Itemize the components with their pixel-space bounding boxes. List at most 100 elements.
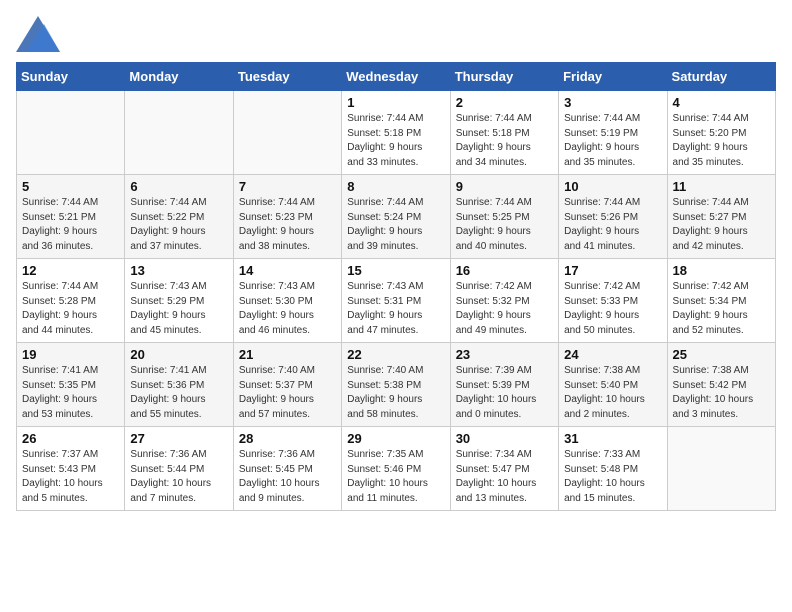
calendar-cell: 30 Sunrise: 7:34 AM Sunset: 5:47 PM Dayli… (450, 427, 558, 511)
day-info: Sunrise: 7:44 AM Sunset: 5:22 PM Dayligh… (130, 196, 227, 254)
day-info: Sunrise: 7:44 AM Sunset: 5:18 PM Dayligh… (347, 112, 444, 170)
day-of-week-header: Sunday (17, 63, 125, 91)
day-info: Sunrise: 7:44 AM Sunset: 5:20 PM Dayligh… (673, 112, 770, 170)
day-number: 7 (239, 179, 336, 194)
day-info: Sunrise: 7:44 AM Sunset: 5:28 PM Dayligh… (22, 280, 119, 338)
day-info: Sunrise: 7:42 AM Sunset: 5:32 PM Dayligh… (456, 280, 553, 338)
day-number: 10 (564, 179, 661, 194)
calendar-cell: 21 Sunrise: 7:40 AM Sunset: 5:37 PM Dayli… (233, 343, 341, 427)
calendar-cell: 31 Sunrise: 7:33 AM Sunset: 5:48 PM Dayli… (559, 427, 667, 511)
calendar-week-row: 26 Sunrise: 7:37 AM Sunset: 5:43 PM Dayli… (17, 427, 776, 511)
calendar-cell: 1 Sunrise: 7:44 AM Sunset: 5:18 PM Daylig… (342, 91, 450, 175)
calendar-cell: 22 Sunrise: 7:40 AM Sunset: 5:38 PM Dayli… (342, 343, 450, 427)
day-of-week-header: Saturday (667, 63, 775, 91)
day-number: 31 (564, 431, 661, 446)
day-info: Sunrise: 7:36 AM Sunset: 5:45 PM Dayligh… (239, 448, 336, 506)
calendar-week-row: 1 Sunrise: 7:44 AM Sunset: 5:18 PM Daylig… (17, 91, 776, 175)
calendar-cell: 17Sunrise: 7:42 AM Sunset: 5:33 PM Dayli… (559, 259, 667, 343)
calendar-cell: 25 Sunrise: 7:38 AM Sunset: 5:42 PM Dayli… (667, 343, 775, 427)
calendar-week-row: 12 Sunrise: 7:44 AM Sunset: 5:28 PM Dayli… (17, 259, 776, 343)
day-number: 26 (22, 431, 119, 446)
day-info: Sunrise: 7:41 AM Sunset: 5:35 PM Dayligh… (22, 364, 119, 422)
day-of-week-header: Monday (125, 63, 233, 91)
day-number: 8 (347, 179, 444, 194)
calendar-cell: 19 Sunrise: 7:41 AM Sunset: 5:35 PM Dayli… (17, 343, 125, 427)
day-info: Sunrise: 7:44 AM Sunset: 5:21 PM Dayligh… (22, 196, 119, 254)
day-number: 21 (239, 347, 336, 362)
calendar-cell: 20 Sunrise: 7:41 AM Sunset: 5:36 PM Dayli… (125, 343, 233, 427)
day-info: Sunrise: 7:44 AM Sunset: 5:24 PM Dayligh… (347, 196, 444, 254)
day-number: 27 (130, 431, 227, 446)
calendar-cell: 15 Sunrise: 7:43 AM Sunset: 5:31 PM Dayli… (342, 259, 450, 343)
day-info: Sunrise: 7:44 AM Sunset: 5:18 PM Dayligh… (456, 112, 553, 170)
day-number: 25 (673, 347, 770, 362)
calendar-cell: 13 Sunrise: 7:43 AM Sunset: 5:29 PM Dayli… (125, 259, 233, 343)
calendar-cell: 8 Sunrise: 7:44 AM Sunset: 5:24 PM Daylig… (342, 175, 450, 259)
day-info: Sunrise: 7:44 AM Sunset: 5:23 PM Dayligh… (239, 196, 336, 254)
day-info: Sunrise: 7:43 AM Sunset: 5:29 PM Dayligh… (130, 280, 227, 338)
calendar-cell: 23Sunrise: 7:39 AM Sunset: 5:39 PM Dayli… (450, 343, 558, 427)
day-info: Sunrise: 7:38 AM Sunset: 5:40 PM Dayligh… (564, 364, 661, 422)
calendar-cell: 12 Sunrise: 7:44 AM Sunset: 5:28 PM Dayli… (17, 259, 125, 343)
day-number: 13 (130, 263, 227, 278)
day-info: Sunrise: 7:40 AM Sunset: 5:37 PM Dayligh… (239, 364, 336, 422)
calendar-header-row: SundayMondayTuesdayWednesdayThursdayFrid… (17, 63, 776, 91)
calendar-cell (233, 91, 341, 175)
calendar-cell: 7 Sunrise: 7:44 AM Sunset: 5:23 PM Daylig… (233, 175, 341, 259)
day-number: 30 (456, 431, 553, 446)
day-number: 3 (564, 95, 661, 110)
day-info: Sunrise: 7:42 AM Sunset: 5:34 PM Dayligh… (673, 280, 770, 338)
day-info: Sunrise: 7:44 AM Sunset: 5:27 PM Dayligh… (673, 196, 770, 254)
day-info: Sunrise: 7:36 AM Sunset: 5:44 PM Dayligh… (130, 448, 227, 506)
day-of-week-header: Friday (559, 63, 667, 91)
day-number: 15 (347, 263, 444, 278)
day-number: 12 (22, 263, 119, 278)
day-info: Sunrise: 7:33 AM Sunset: 5:48 PM Dayligh… (564, 448, 661, 506)
logo (16, 16, 66, 52)
day-number: 5 (22, 179, 119, 194)
day-of-week-header: Thursday (450, 63, 558, 91)
day-of-week-header: Tuesday (233, 63, 341, 91)
day-number: 19 (22, 347, 119, 362)
calendar-cell: 2 Sunrise: 7:44 AM Sunset: 5:18 PM Daylig… (450, 91, 558, 175)
page-header (16, 16, 776, 52)
day-info: Sunrise: 7:41 AM Sunset: 5:36 PM Dayligh… (130, 364, 227, 422)
day-info: Sunrise: 7:43 AM Sunset: 5:31 PM Dayligh… (347, 280, 444, 338)
day-number: 23 (456, 347, 553, 362)
day-number: 4 (673, 95, 770, 110)
calendar-cell: 29Sunrise: 7:35 AM Sunset: 5:46 PM Dayli… (342, 427, 450, 511)
calendar-cell: 10 Sunrise: 7:44 AM Sunset: 5:26 PM Dayli… (559, 175, 667, 259)
day-number: 18 (673, 263, 770, 278)
day-number: 6 (130, 179, 227, 194)
calendar-week-row: 5 Sunrise: 7:44 AM Sunset: 5:21 PM Daylig… (17, 175, 776, 259)
day-number: 1 (347, 95, 444, 110)
calendar-cell (17, 91, 125, 175)
calendar-cell: 28 Sunrise: 7:36 AM Sunset: 5:45 PM Dayli… (233, 427, 341, 511)
logo-icon (16, 16, 60, 52)
calendar-cell: 5 Sunrise: 7:44 AM Sunset: 5:21 PM Daylig… (17, 175, 125, 259)
calendar-cell: 18 Sunrise: 7:42 AM Sunset: 5:34 PM Dayli… (667, 259, 775, 343)
day-info: Sunrise: 7:43 AM Sunset: 5:30 PM Dayligh… (239, 280, 336, 338)
calendar-cell: 16Sunrise: 7:42 AM Sunset: 5:32 PM Dayli… (450, 259, 558, 343)
day-number: 24 (564, 347, 661, 362)
calendar-week-row: 19 Sunrise: 7:41 AM Sunset: 5:35 PM Dayli… (17, 343, 776, 427)
calendar-cell: 26 Sunrise: 7:37 AM Sunset: 5:43 PM Dayli… (17, 427, 125, 511)
day-info: Sunrise: 7:34 AM Sunset: 5:47 PM Dayligh… (456, 448, 553, 506)
day-number: 11 (673, 179, 770, 194)
day-number: 28 (239, 431, 336, 446)
calendar-cell: 24 Sunrise: 7:38 AM Sunset: 5:40 PM Dayli… (559, 343, 667, 427)
calendar-cell: 14Sunrise: 7:43 AM Sunset: 5:30 PM Dayli… (233, 259, 341, 343)
day-info: Sunrise: 7:44 AM Sunset: 5:19 PM Dayligh… (564, 112, 661, 170)
day-info: Sunrise: 7:37 AM Sunset: 5:43 PM Dayligh… (22, 448, 119, 506)
calendar-cell: 11 Sunrise: 7:44 AM Sunset: 5:27 PM Dayli… (667, 175, 775, 259)
day-of-week-header: Wednesday (342, 63, 450, 91)
day-number: 22 (347, 347, 444, 362)
day-info: Sunrise: 7:40 AM Sunset: 5:38 PM Dayligh… (347, 364, 444, 422)
day-number: 2 (456, 95, 553, 110)
day-info: Sunrise: 7:38 AM Sunset: 5:42 PM Dayligh… (673, 364, 770, 422)
day-info: Sunrise: 7:44 AM Sunset: 5:26 PM Dayligh… (564, 196, 661, 254)
day-number: 20 (130, 347, 227, 362)
calendar-cell (125, 91, 233, 175)
day-info: Sunrise: 7:35 AM Sunset: 5:46 PM Dayligh… (347, 448, 444, 506)
calendar-cell: 4 Sunrise: 7:44 AM Sunset: 5:20 PM Daylig… (667, 91, 775, 175)
